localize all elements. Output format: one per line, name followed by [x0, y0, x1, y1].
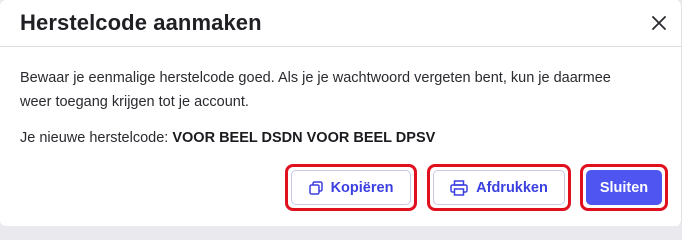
copy-button-highlight: Kopiëren — [285, 164, 417, 211]
dialog-header: Herstelcode aanmaken — [0, 0, 681, 47]
dialog-title: Herstelcode aanmaken — [20, 10, 262, 35]
copy-icon — [308, 180, 323, 195]
copy-button-label: Kopiëren — [330, 179, 394, 196]
dialog-description: Bewaar je eenmalige herstelcode goed. Al… — [20, 70, 611, 110]
close-button[interactable] — [647, 11, 671, 35]
print-button-label: Afdrukken — [476, 179, 548, 196]
print-button[interactable]: Afdrukken — [433, 170, 565, 205]
close-dialog-button-highlight: Sluiten — [580, 164, 668, 211]
close-icon — [652, 16, 666, 30]
print-button-highlight: Afdrukken — [427, 164, 571, 211]
recovery-code-label: Je nieuwe herstelcode: — [20, 130, 169, 146]
copy-button[interactable]: Kopiëren — [291, 170, 411, 205]
close-dialog-button[interactable]: Sluiten — [586, 170, 662, 205]
recovery-code-value: VOOR BEEL DSDN VOOR BEEL DPSV — [172, 130, 436, 146]
recovery-code-dialog: Herstelcode aanmaken Bewaar je eenmalige… — [0, 0, 682, 226]
printer-icon — [450, 179, 468, 196]
recovery-code-line: Je nieuwe herstelcode: VOOR BEEL DSDN VO… — [20, 130, 435, 146]
